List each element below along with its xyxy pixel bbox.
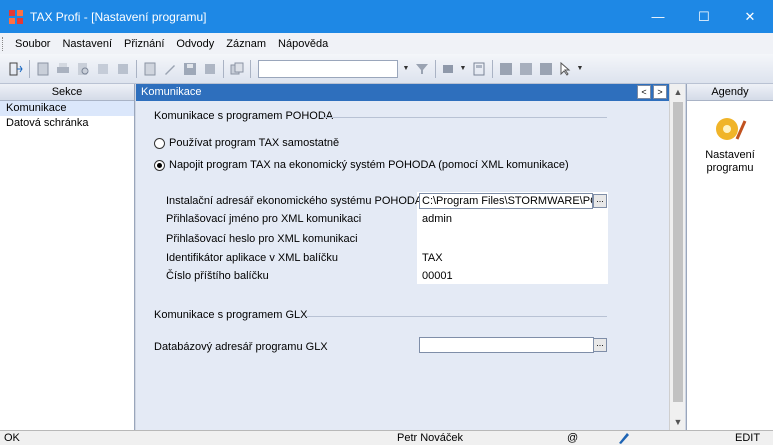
toolbar-separator [136, 59, 137, 78]
scroll-up-icon[interactable]: ▲ [670, 84, 686, 100]
xml-password-label: Přihlašovací heslo pro XML komunikaci [166, 233, 358, 245]
edit-icon[interactable] [162, 61, 178, 77]
radio-standalone-label: Používat program TAX samostatně [169, 137, 340, 149]
calculator-icon[interactable] [471, 61, 487, 77]
status-bar: OK Petr Nováček @ EDIT [0, 430, 773, 445]
radio-button-selected[interactable] [154, 159, 165, 171]
grid-icon[interactable] [538, 61, 554, 77]
group-divider [306, 316, 607, 317]
xml-password-input[interactable] [422, 233, 602, 246]
toolbar-combo[interactable] [258, 59, 398, 78]
next-package-input[interactable]: 00001 [422, 270, 602, 282]
maximize-button[interactable]: ☐ [681, 0, 727, 33]
install-dir-input[interactable]: C:\Program Files\STORMWARE\POH [419, 193, 593, 209]
xml-login-input[interactable]: admin [422, 213, 602, 225]
pohoda-group-title: Komunikace s programem POHODA [154, 110, 334, 122]
glx-group-title: Komunikace s programem GLX [154, 309, 308, 321]
settings-agenda-icon[interactable] [713, 113, 747, 145]
menu-nastaveni[interactable]: Nastavení [56, 38, 118, 50]
chevron-down-icon[interactable]: ▼ [459, 61, 467, 77]
print-preview-icon[interactable] [75, 61, 91, 77]
section-item-komunikace[interactable]: Komunikace [0, 101, 134, 116]
copy-icon[interactable] [229, 61, 245, 77]
glx-dir-input[interactable] [419, 337, 594, 353]
agendas-header: Agendy [687, 84, 773, 101]
radio-standalone[interactable]: Používat program TAX samostatně [154, 137, 339, 149]
status-at-icon: @ [567, 432, 579, 444]
radio-button[interactable] [154, 137, 165, 149]
toolbar-separator [435, 59, 436, 78]
menu-odvody[interactable]: Odvody [170, 38, 220, 50]
previous-page-button[interactable]: < [637, 85, 651, 99]
grid-icon[interactable] [518, 61, 534, 77]
xml-login-label: Přihlašovací jméno pro XML komunikaci [166, 213, 362, 225]
glx-dir-label: Databázový adresář programu GLX [154, 341, 328, 353]
chevron-down-icon[interactable]: ▼ [402, 61, 410, 77]
section-item-datova-schranka[interactable]: Datová schránka [0, 116, 134, 131]
grid-icon[interactable] [498, 61, 514, 77]
title-bar: TAX Profi - [Nastavení programu] — ☐ ✕ [0, 0, 773, 33]
delete-icon[interactable] [202, 61, 218, 77]
menu-zaznam[interactable]: Záznam [220, 38, 272, 50]
export-icon[interactable] [95, 61, 111, 77]
radio-dot [157, 162, 162, 168]
toolbar-separator [29, 59, 30, 78]
status-mode: EDIT [735, 432, 761, 444]
menu-napoveda[interactable]: Nápověda [272, 38, 334, 50]
filter-icon[interactable] [414, 61, 430, 77]
app-identifier-label: Identifikátor aplikace v XML balíčku [166, 252, 339, 264]
report-icon[interactable] [441, 61, 457, 77]
agenda-label-line1[interactable]: Nastavení [687, 149, 773, 162]
install-dir-label: Instalační adresář ekonomického systému … [166, 195, 423, 207]
status-user: Petr Nováček [397, 432, 464, 444]
sections-header: Sekce [0, 84, 134, 101]
toolbar: ▼ ▼ ▼ [0, 54, 773, 84]
status-text: OK [4, 432, 20, 444]
help-pointer-icon[interactable] [558, 61, 574, 77]
app-identifier-input[interactable]: TAX [422, 252, 602, 264]
install-dir-browse-button[interactable]: ... [593, 194, 607, 208]
radio-connect-pohoda[interactable]: Napojit program TAX na ekonomický systém… [154, 159, 569, 171]
agendas-panel: Agendy Nastavení programu [686, 84, 773, 430]
save-icon[interactable] [182, 61, 198, 77]
new-record-icon[interactable] [35, 61, 51, 77]
close-button[interactable]: ✕ [727, 0, 773, 33]
sections-panel: Sekce Komunikace Datová schránka [0, 84, 135, 430]
document-icon[interactable] [142, 61, 158, 77]
menu-bar: Soubor Nastavení Přiznání Odvody Záznam … [0, 33, 773, 54]
import-icon[interactable] [115, 61, 131, 77]
toolbar-separator [223, 59, 224, 78]
menu-priznani[interactable]: Přiznání [118, 38, 170, 50]
radio-connect-label: Napojit program TAX na ekonomický systém… [169, 159, 569, 171]
scroll-thumb[interactable] [673, 102, 683, 402]
window-title: TAX Profi - [Nastavení programu] [30, 9, 207, 24]
glx-dir-browse-button[interactable]: ... [593, 338, 607, 352]
scroll-down-icon[interactable]: ▼ [670, 414, 686, 430]
status-edit-icon [618, 431, 630, 445]
next-package-label: Číslo příštího balíčku [166, 270, 269, 282]
exit-icon[interactable] [8, 61, 24, 77]
toolbar-separator [492, 59, 493, 78]
vertical-scrollbar[interactable]: ▲ ▼ [669, 84, 685, 430]
menu-grip [2, 36, 5, 51]
group-divider [321, 117, 607, 118]
print-icon[interactable] [55, 61, 71, 77]
settings-form: Komunikace s programem POHODA Používat p… [136, 101, 669, 430]
agenda-label-line2[interactable]: programu [687, 162, 773, 175]
next-page-button[interactable]: > [653, 85, 667, 99]
content-header: Komunikace [136, 84, 669, 101]
chevron-down-icon[interactable]: ▼ [576, 61, 584, 77]
minimize-button[interactable]: — [635, 0, 681, 33]
menu-soubor[interactable]: Soubor [9, 38, 56, 50]
app-icon [8, 9, 24, 25]
toolbar-separator [250, 59, 251, 78]
